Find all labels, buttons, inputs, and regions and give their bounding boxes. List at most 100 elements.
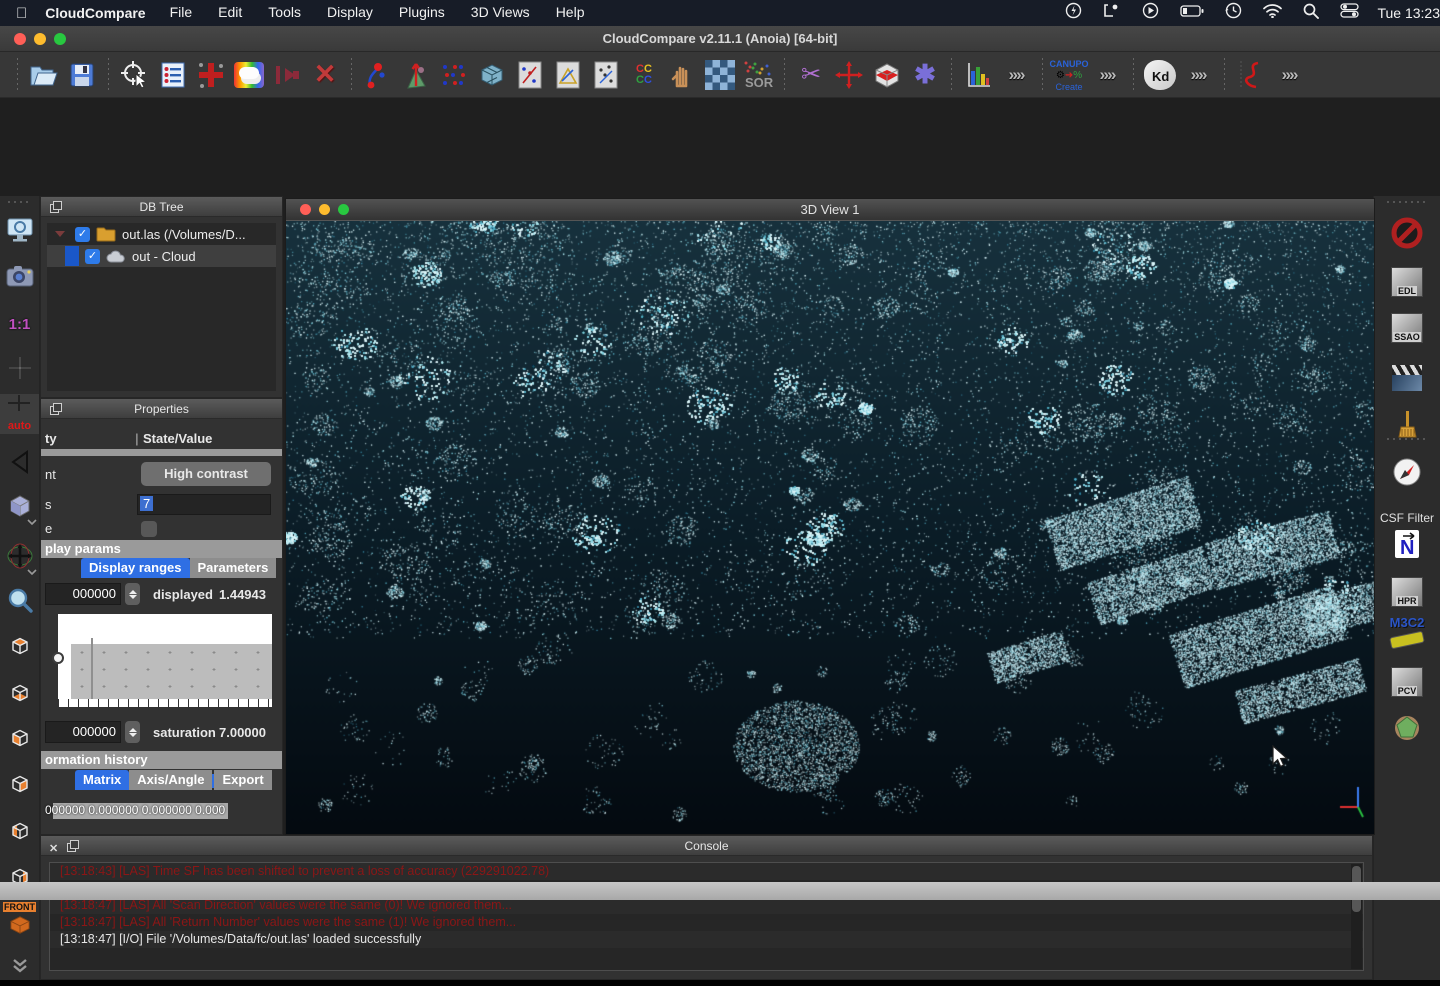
iso-cube-icon[interactable] bbox=[0, 486, 39, 526]
viewport-3d[interactable] bbox=[286, 221, 1374, 834]
properties-list-icon[interactable] bbox=[154, 56, 192, 94]
tree-item-out-las[interactable]: ✓out.las (/Volumes/D... bbox=[47, 223, 276, 245]
view-minimize-button[interactable] bbox=[319, 204, 330, 215]
menu-help[interactable]: Help bbox=[556, 4, 585, 20]
csf-compass-icon[interactable] bbox=[1374, 450, 1440, 494]
steps-spinbox[interactable]: 7 bbox=[137, 494, 271, 515]
no-shader-icon[interactable] bbox=[1374, 211, 1440, 255]
s-curve-icon[interactable] bbox=[1232, 56, 1270, 94]
hand-icon[interactable] bbox=[663, 56, 701, 94]
ssao-shader-icon[interactable]: SSAO bbox=[1374, 306, 1440, 350]
zoom-magnifier-icon[interactable] bbox=[0, 580, 39, 620]
sor-filter-icon[interactable]: SOR bbox=[739, 56, 777, 94]
3d-view-title-bar[interactable]: 3D View 1 bbox=[286, 199, 1374, 221]
histogram-icon[interactable] bbox=[959, 56, 997, 94]
translate-rotate-icon[interactable] bbox=[830, 56, 868, 94]
front-iso-cube-icon[interactable]: FRONT bbox=[0, 898, 39, 938]
view-cube-left-icon[interactable] bbox=[0, 811, 39, 851]
kd-tree-icon[interactable]: Kd bbox=[1141, 56, 1179, 94]
sat-stepper[interactable] bbox=[125, 721, 140, 743]
visibility-checkbox[interactable]: ✓ bbox=[75, 227, 90, 242]
distance-card-2-icon[interactable] bbox=[549, 56, 587, 94]
time-machine-icon[interactable] bbox=[1225, 2, 1242, 24]
view-cube-bottom-icon[interactable] bbox=[0, 673, 39, 713]
more-chevrons-icon[interactable] bbox=[0, 946, 39, 986]
clone-icon[interactable] bbox=[230, 56, 268, 94]
pick-rotation-center-icon[interactable] bbox=[116, 56, 154, 94]
view-cube-top-icon[interactable] bbox=[0, 626, 39, 666]
console-close-icon[interactable]: ✕ bbox=[49, 839, 58, 859]
left-side-view-icon[interactable] bbox=[0, 442, 39, 482]
segment-scissors-icon[interactable]: ✂ bbox=[792, 56, 830, 94]
normals-icon[interactable]: N bbox=[1374, 522, 1440, 566]
save-icon[interactable] bbox=[63, 56, 101, 94]
console-scrollbar[interactable] bbox=[1351, 864, 1362, 969]
apply-transformation-icon[interactable] bbox=[268, 56, 306, 94]
rotate-view-icon[interactable] bbox=[0, 536, 39, 576]
point-cloud-canvas[interactable] bbox=[286, 221, 1374, 834]
toolbar-overflow-chevron[interactable]: »» bbox=[1270, 56, 1308, 94]
menu-clock[interactable]: Tue 13:23 bbox=[1377, 5, 1440, 21]
view-cube-front-icon[interactable] bbox=[0, 718, 39, 758]
tab-display-ranges[interactable]: Display ranges bbox=[81, 558, 190, 578]
distance-card-1-icon[interactable] bbox=[511, 56, 549, 94]
canupo-icon[interactable]: CANUPO⚙➜%Create bbox=[1050, 56, 1088, 94]
checkerboard-icon[interactable] bbox=[701, 56, 739, 94]
sat-min-spinbox[interactable]: 000000 bbox=[45, 721, 121, 743]
range-min-spinbox[interactable]: 000000 bbox=[45, 583, 121, 605]
zoom-1-1-icon[interactable]: 1:1 bbox=[0, 304, 39, 344]
m3c2-icon[interactable]: M3C2 bbox=[1374, 610, 1440, 654]
screen-mirror-icon[interactable] bbox=[1103, 3, 1121, 23]
toolbar-overflow-chevron[interactable]: »» bbox=[997, 56, 1035, 94]
apple-logo-icon[interactable]:  bbox=[16, 5, 27, 22]
tab-matrix[interactable]: Matrix bbox=[75, 770, 129, 790]
histogram-left-handle[interactable] bbox=[52, 652, 64, 664]
tab-export[interactable]: Export bbox=[214, 770, 271, 790]
edl-shader-icon[interactable]: EDL bbox=[1374, 260, 1440, 304]
auto-pick-center-icon[interactable]: auto bbox=[0, 394, 39, 434]
menu-3d-views[interactable]: 3D Views bbox=[471, 4, 530, 20]
display-options-icon[interactable] bbox=[0, 210, 39, 250]
spotlight-icon[interactable] bbox=[1303, 3, 1319, 24]
toolbar-handle[interactable] bbox=[17, 58, 18, 92]
menu-plugins[interactable]: Plugins bbox=[399, 4, 445, 20]
properties-title-bar[interactable]: Properties bbox=[41, 399, 282, 419]
battery-icon[interactable] bbox=[1180, 4, 1204, 22]
range-min-stepper[interactable] bbox=[125, 583, 140, 605]
cross-section-icon[interactable] bbox=[868, 56, 906, 94]
console-title-bar[interactable]: ✕ Console bbox=[41, 836, 1372, 856]
screenshot-camera-icon[interactable] bbox=[0, 256, 39, 296]
toolbar-overflow-chevron[interactable]: »» bbox=[1088, 56, 1126, 94]
pcv-icon[interactable]: PCV bbox=[1374, 660, 1440, 704]
dock-handle[interactable] bbox=[0, 199, 39, 205]
menu-display[interactable]: Display bbox=[327, 4, 373, 20]
play-circle-icon[interactable] bbox=[1142, 2, 1159, 24]
align-points-icon[interactable] bbox=[435, 56, 473, 94]
visibility-checkbox[interactable]: ✓ bbox=[85, 249, 100, 264]
view-close-button[interactable] bbox=[300, 204, 311, 215]
open-icon[interactable] bbox=[25, 56, 63, 94]
subsample-icon[interactable] bbox=[473, 56, 511, 94]
color-scale-dropdown[interactable]: High contrast bbox=[141, 462, 271, 486]
tree-expander-icon[interactable] bbox=[55, 231, 65, 237]
menu-app-name[interactable]: CloudCompare bbox=[45, 5, 145, 21]
undock-icon[interactable] bbox=[50, 403, 61, 414]
dock-handle[interactable] bbox=[1374, 199, 1440, 205]
cc-compare-icon[interactable]: CCCC bbox=[625, 56, 663, 94]
wifi-icon[interactable] bbox=[1263, 4, 1282, 23]
db-tree-title-bar[interactable]: DB Tree bbox=[41, 197, 282, 217]
distance-card-3-icon[interactable] bbox=[587, 56, 625, 94]
clean-broom-icon[interactable] bbox=[1374, 403, 1440, 447]
displayed-value[interactable]: 1.44943 bbox=[219, 587, 266, 602]
view-cube-back-icon[interactable] bbox=[0, 764, 39, 804]
menu-edit[interactable]: Edit bbox=[218, 4, 242, 20]
register-icon[interactable] bbox=[359, 56, 397, 94]
fine-registration-icon[interactable] bbox=[397, 56, 435, 94]
delete-icon[interactable]: ✕ bbox=[306, 56, 344, 94]
menu-file[interactable]: File bbox=[170, 4, 193, 20]
hpr-icon[interactable]: HPR bbox=[1374, 570, 1440, 614]
animation-icon[interactable] bbox=[1374, 356, 1440, 400]
point-picking-icon[interactable] bbox=[192, 56, 230, 94]
facets-icon[interactable] bbox=[1374, 706, 1440, 750]
saturation-value[interactable]: 7.00000 bbox=[219, 725, 266, 740]
